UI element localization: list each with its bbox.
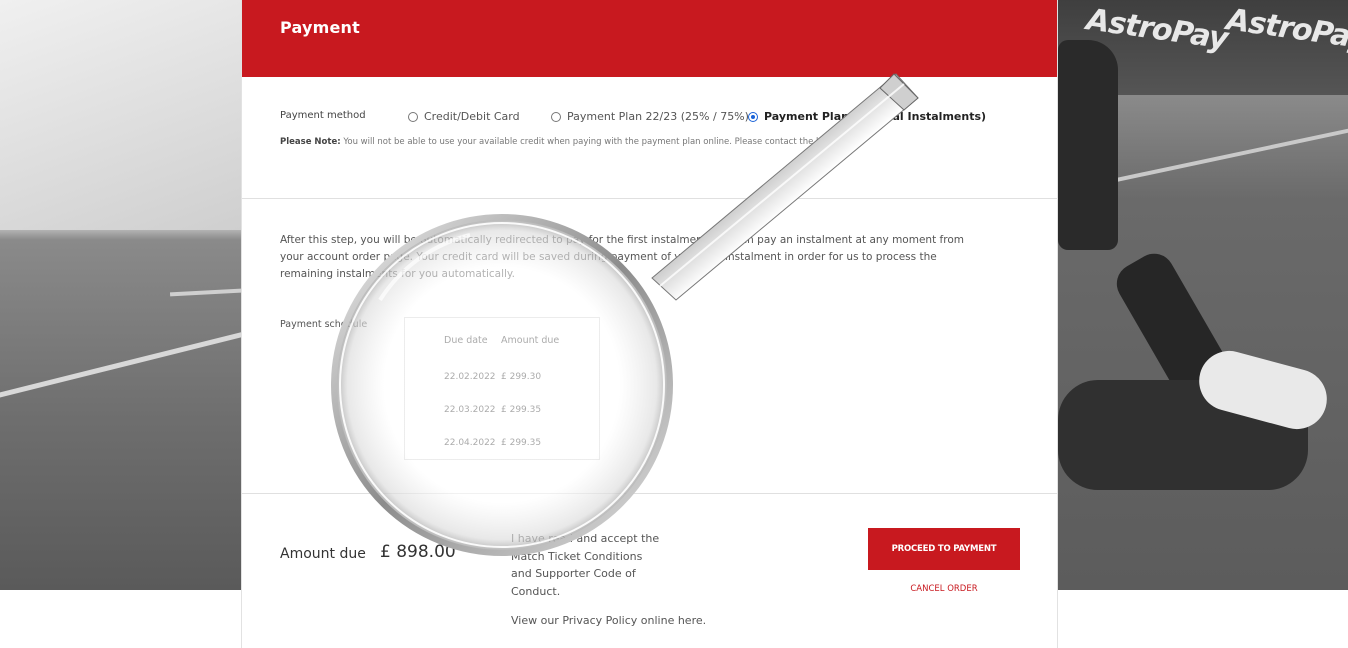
amount-due: £ 299.35 — [501, 438, 542, 448]
payment-method-label: Payment method — [280, 110, 366, 121]
radio-button[interactable] — [551, 111, 561, 122]
privacy-policy-link[interactable]: View our Privacy Policy online here. — [511, 614, 706, 627]
radio-credit-debit-card[interactable]: Credit/Debit Card — [408, 110, 520, 123]
cancel-order-link[interactable]: Cancel order — [868, 584, 1020, 594]
order-summary-section: Amount due £ 898.00 I have read and acce… — [242, 494, 1057, 648]
pitch-line — [0, 323, 241, 402]
payment-method-section: Payment method Credit/Debit Card Payment… — [242, 77, 1057, 199]
column-header-due-date: Due date — [444, 335, 488, 346]
amount-due: £ 299.30 — [501, 372, 542, 382]
instalment-info-section: After this step, you will be automatical… — [242, 199, 1057, 494]
background-photo-right: AstroPay AstroPay — [1058, 0, 1348, 590]
payment-schedule-label: Payment schedule — [280, 319, 368, 330]
amount-due-value: £ 898.00 — [380, 542, 456, 562]
radio-payment-plan-3-instalments[interactable]: Payment Plan (3 Equal Instalments) — [748, 110, 986, 123]
instalment-info-text: After this step, you will be automatical… — [280, 234, 964, 280]
table-row: 22.02.2022 £ 299.30 — [444, 372, 541, 382]
stadium-wall — [0, 0, 241, 230]
radio-payment-plan-25-75[interactable]: Payment Plan 22/23 (25% / 75%) — [551, 110, 749, 123]
pitch-line — [169, 287, 241, 297]
due-date: 22.02.2022 — [444, 372, 496, 382]
table-row: 22.03.2022 £ 299.35 — [444, 405, 541, 415]
proceed-to-payment-button[interactable]: Proceed to payment — [868, 528, 1020, 570]
due-date: 22.03.2022 — [444, 405, 496, 415]
pitch-line — [1100, 118, 1348, 186]
page-title: Payment — [280, 18, 360, 37]
radio-label: Payment Plan 22/23 (25% / 75%) — [567, 110, 749, 123]
radio-label: Payment Plan (3 Equal Instalments) — [764, 110, 987, 123]
amount-due-label: Amount due — [280, 546, 366, 562]
terms-text[interactable]: I have read and accept the Match Ticket … — [511, 530, 661, 600]
payment-panel: Payment Payment method Credit/Debit Card… — [241, 0, 1058, 648]
payment-schedule-table: Due date Amount due 22.02.2022 £ 299.30 … — [404, 317, 600, 460]
amount-due: £ 299.35 — [501, 405, 542, 415]
column-header-amount-due: Amount due — [501, 335, 560, 346]
note-prefix: Please Note: — [280, 137, 341, 147]
radio-button-selected[interactable] — [748, 111, 758, 122]
player-figure — [1058, 40, 1118, 250]
note-text: You will not be able to use your availab… — [343, 137, 858, 147]
payment-header: Payment — [242, 0, 1057, 77]
table-row: 22.04.2022 £ 299.35 — [444, 438, 541, 448]
radio-label: Credit/Debit Card — [424, 110, 520, 123]
payment-note: Please Note: You will not be able to use… — [280, 137, 857, 147]
background-photo-left — [0, 0, 241, 590]
due-date: 22.04.2022 — [444, 438, 496, 448]
radio-button[interactable] — [408, 111, 418, 122]
